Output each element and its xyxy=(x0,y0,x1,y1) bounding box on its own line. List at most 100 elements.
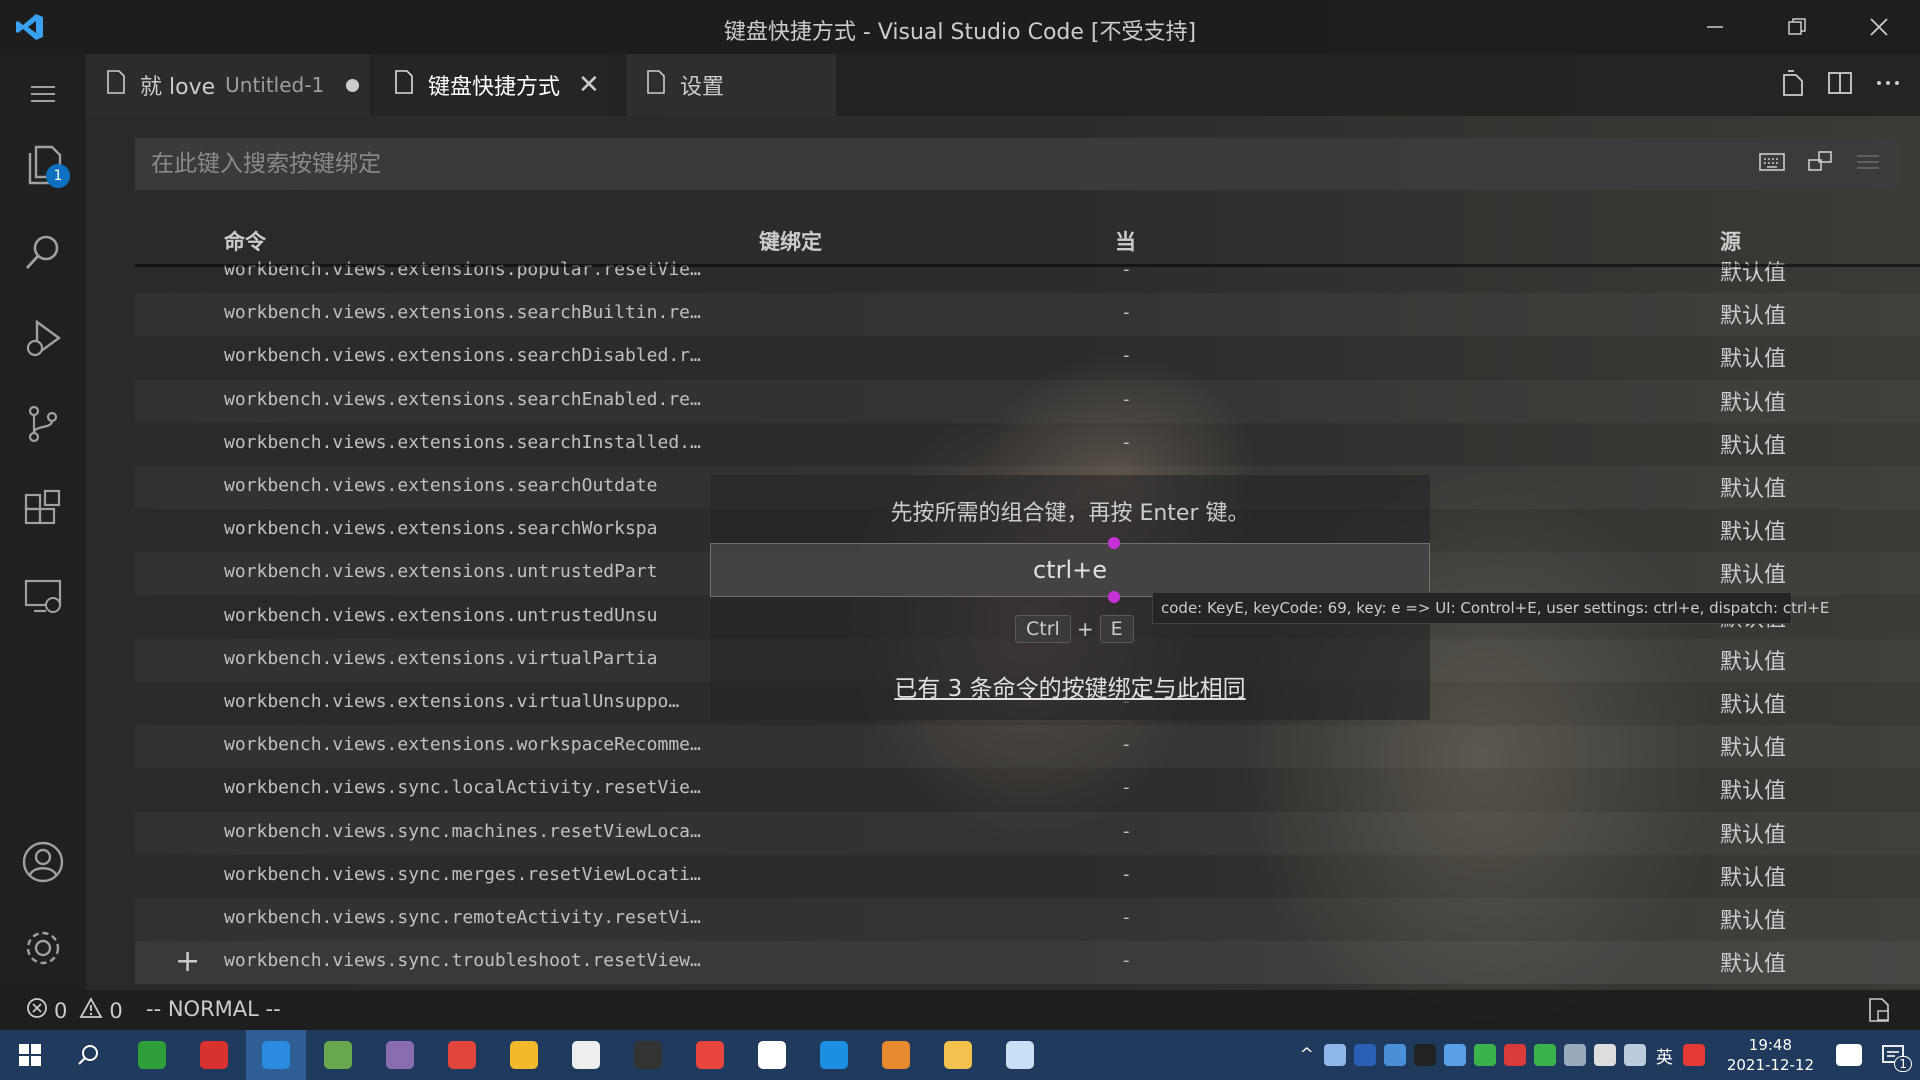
keybinding-preview: Ctrl + E xyxy=(1015,615,1134,643)
header-keybinding[interactable]: 键绑定 xyxy=(759,226,822,256)
taskbar-star-folder-icon[interactable] xyxy=(494,1030,554,1080)
problems-indicator[interactable]: 0 0 xyxy=(26,997,123,1024)
taskbar-image-viewer-icon[interactable] xyxy=(370,1030,430,1080)
tray-chrome-icon[interactable] xyxy=(1473,1044,1496,1066)
taskbar-orange-app-icon[interactable] xyxy=(866,1030,926,1080)
row-when: - xyxy=(1123,734,1130,756)
file-explorer-icon xyxy=(944,1041,972,1069)
tray-app2-icon[interactable] xyxy=(1836,1044,1862,1066)
remote-explorer-icon[interactable] xyxy=(0,558,86,634)
tab-keyboard-shortcuts[interactable]: 键盘快捷方式 ✕ xyxy=(374,54,608,116)
table-row[interactable]: workbench.views.sync.machines.resetViewL… xyxy=(135,812,1920,855)
table-row[interactable]: workbench.views.extensions.workspaceReco… xyxy=(135,725,1920,768)
sublime-icon xyxy=(138,1041,166,1069)
editor-tabs: 就 love Untitled-1 键盘快捷方式 ✕ 设置 xyxy=(86,54,1920,116)
row-source: 默认值 xyxy=(1720,649,1787,675)
keybinding-search-input[interactable] xyxy=(151,138,1711,190)
split-editor-icon[interactable] xyxy=(1826,69,1854,101)
taskbar-terminal-icon[interactable] xyxy=(618,1030,678,1080)
tray-volume-icon[interactable] xyxy=(1563,1044,1586,1066)
taskbar-snail-icon[interactable] xyxy=(432,1030,492,1080)
row-when: - xyxy=(1123,388,1130,410)
sort-by-precedence-icon[interactable] xyxy=(1807,150,1833,178)
key-ctrl: Ctrl xyxy=(1015,615,1071,643)
taskbar-typora-icon[interactable] xyxy=(742,1030,802,1080)
tray-app-icon[interactable] xyxy=(1323,1044,1346,1066)
tray-cloud-icon[interactable] xyxy=(1443,1044,1466,1066)
vscode-logo-icon[interactable] xyxy=(0,0,60,54)
taskbar-clock[interactable]: 19:48 2021-12-12 xyxy=(1727,1035,1814,1075)
table-row[interactable]: workbench.views.extensions.searchInstall… xyxy=(135,423,1920,466)
taskbar-flower-app-icon[interactable] xyxy=(990,1030,1050,1080)
tray-network-icon[interactable] xyxy=(1623,1044,1646,1066)
table-row[interactable]: workbench.views.sync.remoteActivity.rese… xyxy=(135,898,1920,941)
row-command: workbench.views.sync.merges.resetViewLoc… xyxy=(224,863,701,885)
header-source[interactable]: 源 xyxy=(1720,226,1741,256)
vscode-icon xyxy=(262,1041,290,1069)
tray-word-icon[interactable] xyxy=(1353,1044,1376,1066)
unsaved-dot-icon[interactable] xyxy=(346,78,360,92)
tray-tool-icon[interactable] xyxy=(1383,1044,1406,1066)
search-icon[interactable] xyxy=(0,214,86,290)
taskbar-file-explorer-icon[interactable] xyxy=(928,1030,988,1080)
taskbar-window-tool-icon[interactable] xyxy=(804,1030,864,1080)
accounts-icon[interactable] xyxy=(0,824,86,900)
tray-wechat-icon[interactable] xyxy=(1533,1044,1556,1066)
conflict-link[interactable]: 已有 3 条命令的按键绑定与此相同 xyxy=(710,669,1430,703)
run-debug-icon[interactable] xyxy=(0,300,86,376)
taskbar-search-icon[interactable] xyxy=(58,1030,118,1080)
terminal-icon xyxy=(634,1041,662,1069)
row-when: - xyxy=(1123,950,1130,972)
row-command: workbench.views.extensions.searchDisable… xyxy=(224,345,701,367)
restore-button[interactable] xyxy=(1756,0,1838,54)
tab-label: 设置 xyxy=(680,75,725,100)
taskbar-chrome-icon[interactable] xyxy=(680,1030,740,1080)
tray-battery-icon[interactable] xyxy=(1593,1044,1616,1066)
taskbar-red-swirl-icon[interactable] xyxy=(184,1030,244,1080)
tray-antivirus-icon[interactable] xyxy=(1503,1044,1526,1066)
explorer-icon[interactable] xyxy=(0,126,86,202)
header-when[interactable]: 当 xyxy=(1115,226,1136,256)
keybinding-input[interactable]: ctrl+e xyxy=(710,543,1430,597)
table-row[interactable]: + workbench.views.sync.troubleshoot.reset… xyxy=(135,941,1920,985)
table-row[interactable]: workbench.views.extensions.searchEnabled… xyxy=(135,380,1920,423)
ime-indicator[interactable]: 英 xyxy=(1656,1043,1673,1068)
row-source: 默认值 xyxy=(1720,909,1787,934)
table-row[interactable]: workbench.views.extensions.searchBuiltin… xyxy=(135,293,1920,336)
add-keybinding-icon[interactable]: + xyxy=(175,944,200,979)
tray-qq-icon[interactable] xyxy=(1413,1044,1436,1066)
tray-expand-icon[interactable]: ^ xyxy=(1300,1045,1314,1065)
taskbar-sublime-icon[interactable] xyxy=(122,1030,182,1080)
close-window-button[interactable] xyxy=(1838,0,1920,54)
table-row[interactable]: workbench.views.extensions.searchDisable… xyxy=(135,336,1920,379)
close-tab-icon[interactable]: ✕ xyxy=(578,70,600,100)
header-command[interactable]: 命令 xyxy=(224,226,266,256)
vim-mode: -- NORMAL -- xyxy=(146,997,281,1021)
typora-icon xyxy=(758,1041,786,1069)
taskbar-vscode-icon[interactable] xyxy=(246,1030,306,1080)
notification-center-icon[interactable]: 1 xyxy=(1866,1030,1920,1080)
table-row[interactable]: workbench.views.sync.localActivity.reset… xyxy=(135,768,1920,811)
open-json-icon[interactable] xyxy=(1778,69,1806,101)
red-swirl-icon xyxy=(200,1041,228,1069)
settings-gear-icon[interactable] xyxy=(0,910,86,986)
more-actions-icon[interactable] xyxy=(1874,69,1902,101)
minimize-button[interactable] xyxy=(1674,0,1756,54)
row-command: workbench.views.extensions.untrustedUnsu xyxy=(224,604,658,626)
tray-sogou-icon[interactable] xyxy=(1682,1044,1705,1066)
windows-start-icon[interactable] xyxy=(0,1030,60,1080)
taskbar-panda-icon[interactable] xyxy=(556,1030,616,1080)
tab-settings[interactable]: 设置 xyxy=(626,54,836,116)
notifications-file-icon[interactable] xyxy=(1866,997,1892,1023)
clear-search-icon[interactable] xyxy=(1855,152,1881,176)
extensions-icon[interactable] xyxy=(0,472,86,548)
source-control-icon[interactable] xyxy=(0,386,86,462)
row-when: - xyxy=(1123,820,1130,842)
menu-icon[interactable] xyxy=(0,56,86,132)
row-command: workbench.views.extensions.untrustedPart xyxy=(224,561,658,583)
row-source: 默认值 xyxy=(1720,822,1787,848)
table-row[interactable]: workbench.views.sync.merges.resetViewLoc… xyxy=(135,855,1920,898)
record-keys-icon[interactable] xyxy=(1759,152,1785,176)
tab-untitled-1[interactable]: 就 love Untitled-1 xyxy=(86,54,370,116)
taskbar-notepad-icon[interactable] xyxy=(308,1030,368,1080)
